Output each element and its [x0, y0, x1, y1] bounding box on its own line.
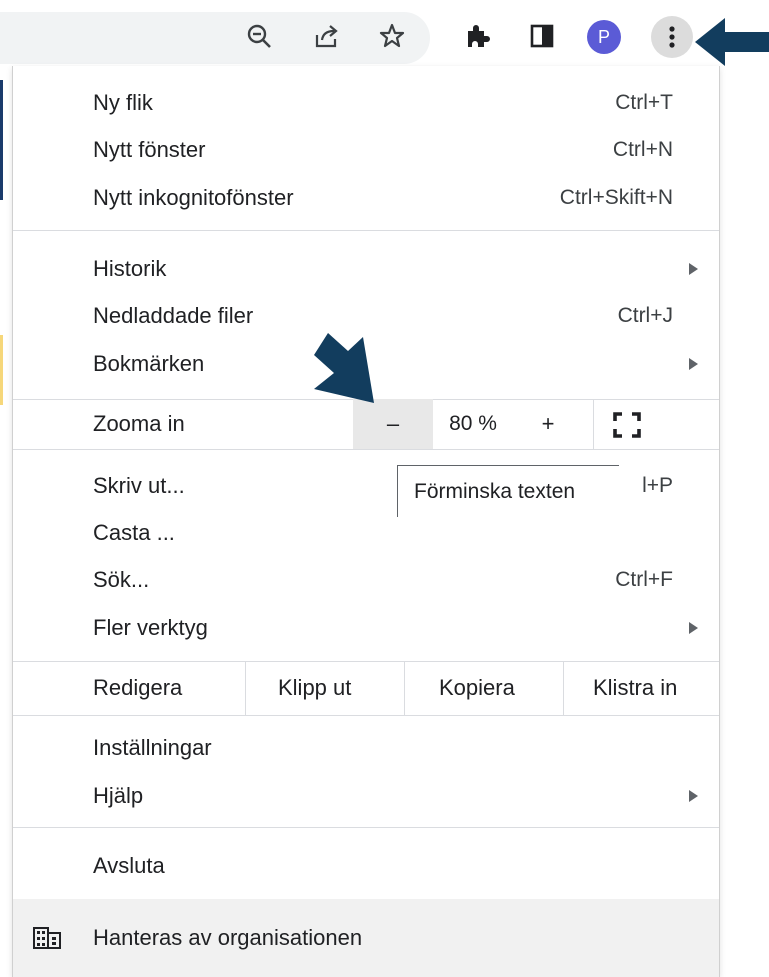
menu-item-shortcut: Ctrl+Skift+N: [559, 186, 673, 209]
menu-item-settings[interactable]: Inställningar: [93, 728, 673, 768]
menu-item-label: Avsluta: [93, 853, 165, 878]
menu-item-label: Bokmärken: [93, 351, 205, 376]
tooltip: Förminska texten: [397, 465, 619, 517]
zoom-out-icon[interactable]: [241, 18, 277, 54]
menu-item-new-window[interactable]: Nytt fönster Ctrl+N: [93, 130, 673, 170]
tooltip-text: Förminska texten: [414, 479, 576, 503]
menu-item-find[interactable]: Sök... Ctrl+F: [93, 560, 673, 600]
menu-item-new-tab[interactable]: Ny flik Ctrl+T: [93, 83, 673, 123]
page-edge: [0, 80, 3, 200]
share-icon[interactable]: [309, 18, 345, 54]
menu-item-label: Ny flik: [93, 90, 153, 115]
fullscreen-icon[interactable]: [613, 412, 641, 438]
edit-label: Redigera: [93, 675, 183, 700]
menu-item-label: Fler verktyg: [93, 615, 208, 640]
menu-separator: [13, 715, 719, 716]
managed-by-organization[interactable]: Hanteras av organisationen: [13, 899, 719, 977]
menu-item-exit[interactable]: Avsluta: [93, 846, 673, 886]
avatar-letter: P: [597, 26, 610, 47]
managed-label: Hanteras av organisationen: [93, 925, 363, 950]
copy-button[interactable]: Kopiera: [439, 661, 515, 715]
kebab-menu-button[interactable]: [651, 16, 693, 58]
zoom-in-button[interactable]: +: [513, 399, 583, 449]
omnibox-end[interactable]: [0, 12, 430, 64]
pointer-arrow-icon: [695, 18, 769, 66]
menu-item-label: Skriv ut...: [93, 473, 185, 498]
submenu-arrow-icon: [689, 358, 698, 370]
edit-divider: [563, 661, 564, 715]
menu-item-help[interactable]: Hjälp: [93, 776, 673, 816]
extensions-icon[interactable]: [459, 18, 495, 54]
menu-item-label: Nedladdade filer: [93, 303, 254, 328]
menu-item-shortcut: Ctrl+J: [617, 304, 673, 327]
menu-item-history[interactable]: Historik: [93, 249, 673, 289]
star-icon[interactable]: [374, 18, 410, 54]
menu-item-shortcut: Ctrl+N: [612, 138, 673, 161]
menu-item-shortcut: l+P: [642, 474, 673, 497]
side-panel-icon[interactable]: [524, 18, 560, 54]
edit-divider: [245, 661, 246, 715]
zoom-label: Zooma in: [93, 411, 185, 436]
avatar[interactable]: P: [587, 20, 621, 54]
menu-item-label: Nytt inkognitofönster: [93, 185, 294, 210]
zoom-divider: [593, 399, 594, 449]
cut-button[interactable]: Klipp ut: [278, 661, 351, 715]
menu-item-cast[interactable]: Casta ...: [93, 513, 673, 553]
browser-toolbar: P: [0, 0, 769, 66]
page-edge-highlight: [0, 335, 3, 405]
menu-item-more-tools[interactable]: Fler verktyg: [93, 608, 673, 648]
menu-separator: [13, 230, 719, 231]
menu-separator: [13, 449, 719, 450]
submenu-arrow-icon: [689, 263, 698, 275]
submenu-arrow-icon: [689, 622, 698, 634]
edit-divider: [404, 661, 405, 715]
menu-separator: [13, 827, 719, 828]
building-icon: [33, 927, 61, 949]
menu-item-bookmarks[interactable]: Bokmärken: [93, 344, 673, 384]
menu-item-label: Hjälp: [93, 783, 144, 808]
edit-row: Redigera Klipp ut Kopiera Klistra in: [13, 661, 719, 715]
pointer-arrow-icon: [314, 333, 374, 403]
paste-button[interactable]: Klistra in: [593, 661, 677, 715]
menu-item-label: Historik: [93, 256, 167, 281]
menu-item-new-incognito-window[interactable]: Nytt inkognitofönster Ctrl+Skift+N: [93, 178, 673, 218]
menu-item-label: Nytt fönster: [93, 137, 206, 162]
kebab-menu-icon: [669, 26, 675, 48]
zoom-level: 80 %: [449, 412, 497, 435]
menu-item-shortcut: Ctrl+F: [615, 568, 673, 591]
chrome-menu: Ny flik Ctrl+T Nytt fönster Ctrl+N Nytt …: [12, 66, 720, 977]
menu-item-shortcut: Ctrl+T: [615, 91, 673, 114]
submenu-arrow-icon: [689, 790, 698, 802]
menu-item-label: Casta ...: [93, 520, 175, 545]
menu-item-downloads[interactable]: Nedladdade filer Ctrl+J: [93, 296, 673, 336]
menu-item-label: Inställningar: [93, 735, 212, 760]
menu-item-label: Sök...: [93, 567, 150, 592]
